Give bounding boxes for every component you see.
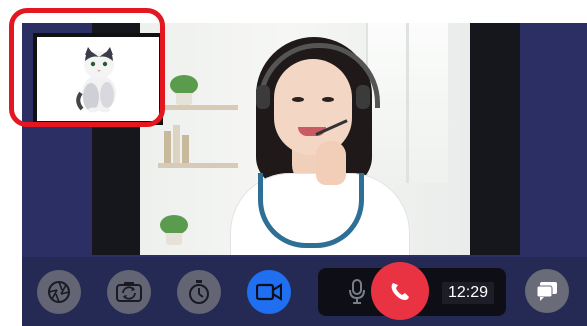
shelf	[158, 163, 238, 168]
call-toolbar: 12:29	[22, 257, 587, 326]
call-timer: 12:29	[442, 282, 494, 304]
person-hand	[316, 141, 346, 185]
video-camera-icon	[256, 283, 282, 301]
stopwatch-icon	[189, 280, 209, 304]
aperture-button[interactable]	[37, 270, 81, 314]
shelf	[158, 105, 238, 110]
camera-flip-icon	[116, 282, 142, 302]
book	[164, 131, 171, 163]
plant-pot	[166, 233, 182, 245]
plant	[170, 75, 198, 95]
book	[173, 125, 180, 163]
microphone-icon	[349, 279, 365, 304]
video-toggle-button[interactable]	[247, 270, 291, 314]
plant	[160, 215, 188, 235]
remote-participant-video	[140, 23, 470, 255]
headset-earpad	[256, 85, 270, 109]
chat-bubble-icon	[536, 282, 557, 301]
camera-flip-button[interactable]	[107, 270, 151, 314]
book	[182, 135, 189, 163]
plant-pot	[176, 93, 192, 105]
end-call-button[interactable]	[371, 262, 429, 320]
chat-button[interactable]	[525, 269, 569, 313]
pip-highlight-outline	[9, 8, 165, 127]
aperture-icon	[48, 281, 70, 303]
microphone-button[interactable]	[342, 277, 372, 307]
headset-earpad	[356, 85, 370, 109]
timer-button[interactable]	[177, 270, 221, 314]
phone-hangup-icon	[391, 283, 409, 300]
